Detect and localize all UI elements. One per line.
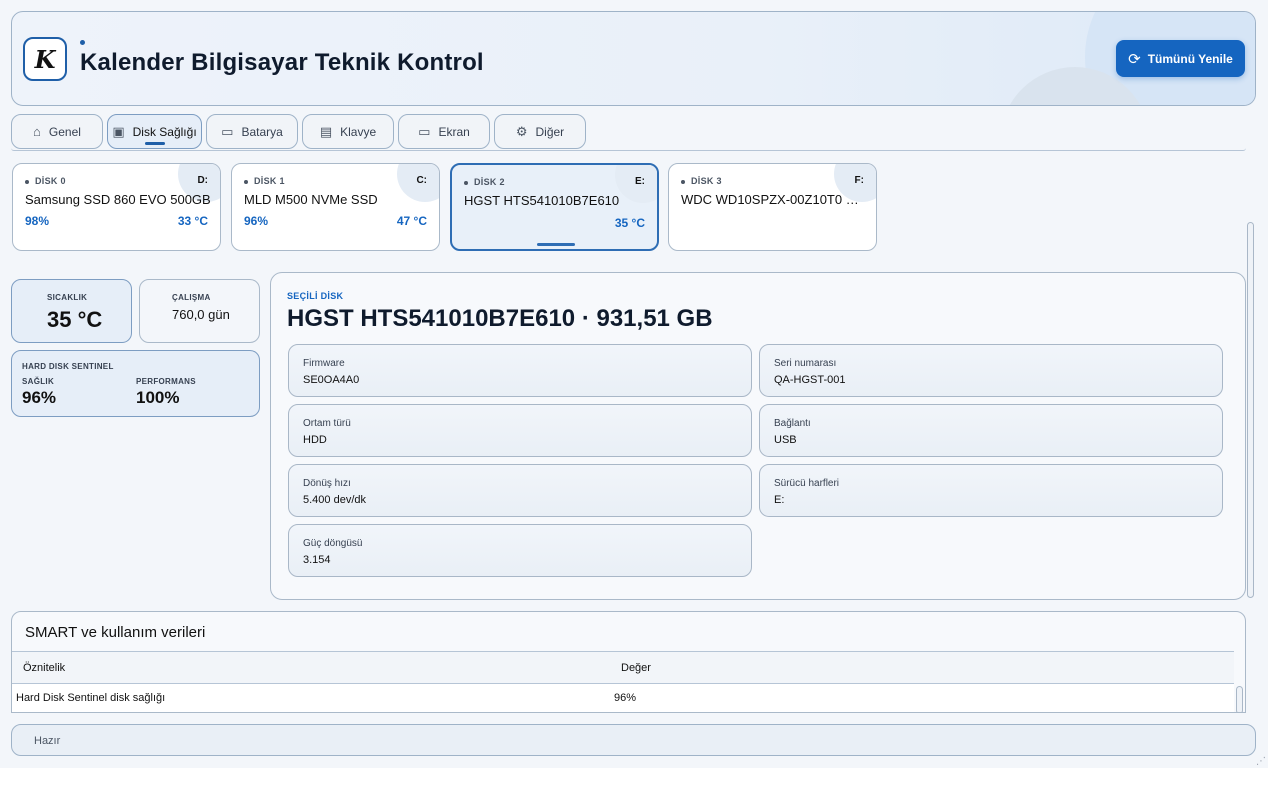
field-value: QA-HGST-001 [774,374,846,386]
status-text: Hazır [34,735,61,747]
tab-label: Ekran [438,124,470,139]
field-serial-number: Seri numarası QA-HGST-001 [759,344,1223,397]
selected-indicator [537,243,575,246]
app-title: Kalender Bilgisayar Teknik Kontrol [80,49,484,76]
selected-disk-panel: SEÇİLİ DİSK HGST HTS541010B7E610 · 931,5… [270,272,1246,600]
health-caption: SAĞLIK [22,377,55,386]
disk-name: Samsung SSD 860 EVO 500GB [25,192,211,207]
tab-label: Disk Sağlığı [132,124,197,139]
gear-icon: ⚙ [515,123,528,139]
disk-card-1[interactable]: DİSK 1 C: MLD M500 NVMe SSD 96% 47 °C [231,163,440,251]
battery-icon: ▭ [221,123,234,139]
tab-content-border [11,148,1246,151]
field-label: Bağlantı [774,418,811,429]
tab-label: Diğer [535,124,565,139]
monitor-icon: ▭ [418,123,431,139]
disk-name: WDC WD10SPZX-00Z10T0 USB Device [681,192,864,207]
tab-label: Genel [48,124,81,139]
field-label: Firmware [303,358,345,369]
header-dot [80,40,85,45]
table-row[interactable]: Hard Disk Sentinel disk sağlığı 96% [12,684,1234,712]
field-value: USB [774,434,797,446]
uptime-caption: ÇALIŞMA [172,293,211,302]
performance-caption: PERFORMANS [136,377,196,386]
health-value: 96% [22,388,57,407]
disk-letter: D: [197,175,208,186]
disk-label: DİSK 0 [25,176,66,186]
tab-ekran[interactable]: ▭ Ekran [398,114,490,149]
resize-grip-icon[interactable]: ⋰ [1256,756,1266,767]
disk-letter: C: [416,175,427,186]
disk-card-0[interactable]: DİSK 0 D: Samsung SSD 860 EVO 500GB 98% … [12,163,221,251]
field-connection: Bağlantı USB [759,404,1223,457]
disk-card-3[interactable]: DİSK 3 F: WDC WD10SPZX-00Z10T0 USB Devic… [668,163,877,251]
disk-health: 96% [244,214,269,228]
field-label: Güç döngüsü [303,538,363,549]
disk-health-icon: ▣ [112,123,125,139]
tab-disk-sagligi[interactable]: ▣ Disk Sağlığı [107,114,202,149]
field-rotation-speed: Dönüş hızı 5.400 dev/dk [288,464,752,517]
disk-letter: F: [854,175,864,186]
status-bar: Hazır [11,724,1256,756]
field-value: 3.154 [303,554,331,566]
disk-name: HGST HTS541010B7E610 [464,193,620,208]
column-header-value[interactable]: Değer [621,662,651,674]
selected-disk-caption: SEÇİLİ DİSK [287,291,344,301]
disk-name: MLD M500 NVMe SSD [244,192,378,207]
column-header-attribute[interactable]: Öznitelik [23,662,65,674]
disk-temperature: 33 °C [177,214,208,228]
hds-caption: HARD DISK SENTINEL [22,362,114,371]
field-drive-letters: Sürücü harfleri E: [759,464,1223,517]
tab-label: Batarya [241,124,283,139]
field-label: Sürücü harfleri [774,478,840,489]
disk-label: DİSK 3 [681,176,722,186]
field-label: Ortam türü [303,418,351,429]
field-value: HDD [303,434,327,446]
row-value: 96% [614,692,637,704]
disk-label: DİSK 1 [244,176,285,186]
tab-diger[interactable]: ⚙ Diğer [494,114,586,149]
disk-temperature: 35 °C [614,216,645,230]
performance-value: 100% [136,388,180,407]
refresh-icon: ⟳ [1128,50,1141,68]
field-firmware: Firmware SE0OA4A0 [288,344,752,397]
disk-label: DİSK 2 [464,177,505,187]
page-scrollbar-thumb[interactable] [1247,222,1254,598]
disk-health: 98% [25,214,50,228]
row-attribute: Hard Disk Sentinel disk sağlığı [16,692,166,704]
active-tab-indicator [144,142,165,145]
disk-temperature: 47 °C [396,214,427,228]
disk-letter: E: [635,176,645,187]
field-label: Seri numarası [774,358,837,369]
app-window: K Kalender Bilgisayar Teknik Kontrol ⟳ T… [0,0,1268,768]
tab-label: Klavye [340,124,377,139]
disk-card-2[interactable]: DİSK 2 E: HGST HTS541010B7E610 35 °C [450,163,659,251]
app-logo: K [23,37,67,81]
table-scrollbar-thumb[interactable] [1236,686,1243,712]
smart-table-panel: SMART ve kullanım verileri Öznitelik Değ… [11,611,1246,713]
field-value: 5.400 dev/dk [303,494,366,506]
field-label: Dönüş hızı [303,478,351,489]
home-icon: ⌂ [33,124,41,139]
uptime-value: 760,0 gün [172,307,230,322]
keyboard-icon: ▤ [319,123,333,139]
refresh-all-button[interactable]: ⟳ Tümünü Yenile [1116,40,1245,77]
field-value: SE0OA4A0 [303,374,360,386]
refresh-all-label: Tümünü Yenile [1147,51,1233,66]
temperature-caption: SICAKLIK [47,293,88,302]
temperature-value: 35 °C [47,307,103,332]
tab-klavye[interactable]: ▤ Klavye [302,114,394,149]
field-power-cycles: Güç döngüsü 3.154 [288,524,752,577]
temperature-card: SICAKLIK 35 °C [11,279,132,343]
field-media-type: Ortam türü HDD [288,404,752,457]
field-value: E: [774,494,785,506]
tab-batarya[interactable]: ▭ Batarya [206,114,298,149]
hard-disk-sentinel-card: HARD DISK SENTINEL SAĞLIK 96% PERFORMANS… [11,350,260,417]
smart-title: SMART ve kullanım verileri [25,624,206,641]
table-header: Öznitelik Değer [12,651,1234,684]
selected-disk-title: HGST HTS541010B7E610 · 931,51 GB [287,305,713,332]
tab-genel[interactable]: ⌂ Genel [11,114,103,149]
uptime-card: ÇALIŞMA 760,0 gün [139,279,260,343]
header-banner: K Kalender Bilgisayar Teknik Kontrol ⟳ T… [11,11,1256,106]
